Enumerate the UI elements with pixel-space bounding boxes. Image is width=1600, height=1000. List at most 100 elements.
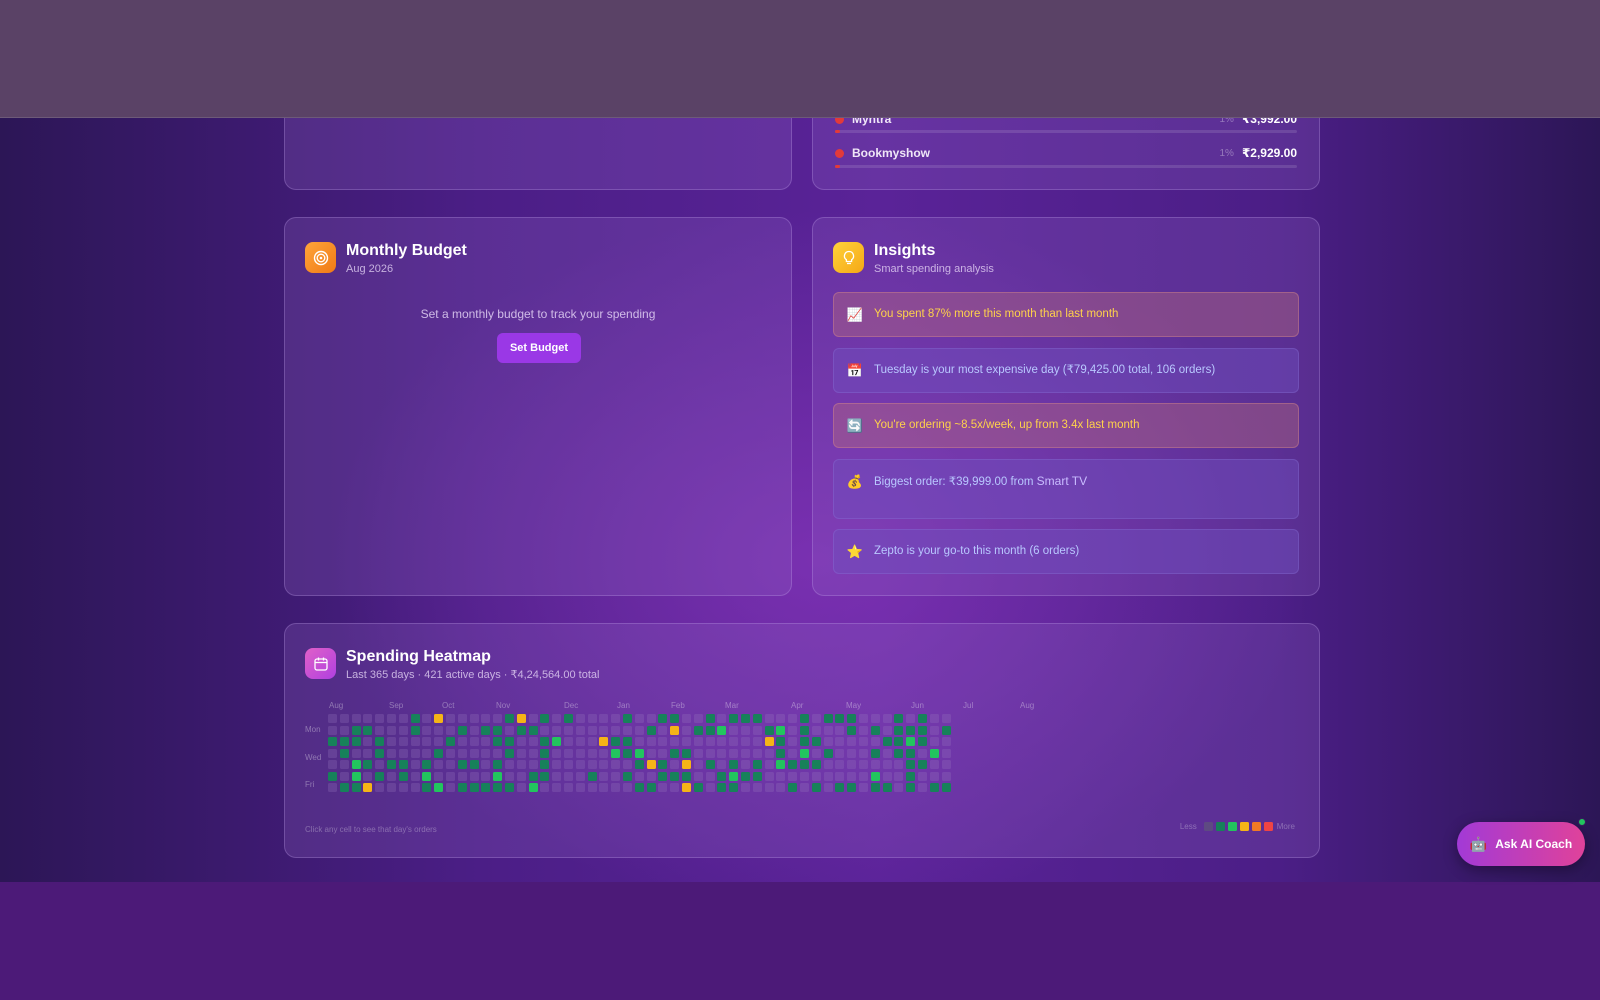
heatmap-day-cell[interactable] bbox=[906, 714, 916, 723]
heatmap-day-cell[interactable] bbox=[599, 737, 609, 746]
heatmap-day-cell[interactable] bbox=[469, 748, 479, 758]
heatmap-day-cell[interactable] bbox=[705, 783, 715, 792]
heatmap-day-cell[interactable] bbox=[398, 737, 408, 746]
heatmap-day-cell[interactable] bbox=[422, 760, 432, 769]
heatmap-day-cell[interactable] bbox=[540, 737, 550, 746]
heatmap-day-cell[interactable] bbox=[599, 714, 609, 723]
heatmap-day-cell[interactable] bbox=[339, 748, 349, 758]
heatmap-day-cell[interactable] bbox=[752, 725, 762, 735]
heatmap-day-cell[interactable] bbox=[505, 725, 514, 735]
heatmap-day-cell[interactable] bbox=[552, 725, 562, 735]
heatmap-day-cell[interactable] bbox=[363, 725, 373, 735]
heatmap-day-cell[interactable] bbox=[811, 737, 821, 746]
heatmap-day-cell[interactable] bbox=[906, 771, 916, 781]
heatmap-day-cell[interactable] bbox=[870, 748, 880, 758]
heatmap-day-cell[interactable] bbox=[339, 783, 349, 792]
heatmap-day-cell[interactable] bbox=[741, 771, 750, 781]
heatmap-day-cell[interactable] bbox=[634, 760, 644, 769]
heatmap-day-cell[interactable] bbox=[882, 714, 892, 723]
heatmap-day-cell[interactable] bbox=[375, 771, 385, 781]
heatmap-day-cell[interactable] bbox=[882, 760, 892, 769]
heatmap-day-cell[interactable] bbox=[564, 748, 573, 758]
heatmap-day-cell[interactable] bbox=[764, 783, 774, 792]
heatmap-day-cell[interactable] bbox=[469, 725, 479, 735]
heatmap-day-cell[interactable] bbox=[469, 760, 479, 769]
heatmap-day-cell[interactable] bbox=[894, 783, 904, 792]
heatmap-day-cell[interactable] bbox=[505, 714, 514, 723]
heatmap-day-cell[interactable] bbox=[835, 748, 845, 758]
heatmap-day-cell[interactable] bbox=[552, 748, 562, 758]
heatmap-day-cell[interactable] bbox=[457, 714, 467, 723]
heatmap-day-cell[interactable] bbox=[929, 771, 939, 781]
heatmap-day-cell[interactable] bbox=[457, 748, 467, 758]
heatmap-day-cell[interactable] bbox=[929, 737, 939, 746]
heatmap-day-cell[interactable] bbox=[634, 714, 644, 723]
heatmap-day-cell[interactable] bbox=[469, 783, 479, 792]
heatmap-day-cell[interactable] bbox=[835, 737, 845, 746]
heatmap-day-cell[interactable] bbox=[481, 714, 491, 723]
heatmap-day-cell[interactable] bbox=[493, 771, 503, 781]
heatmap-day-cell[interactable] bbox=[528, 771, 538, 781]
heatmap-day-cell[interactable] bbox=[528, 748, 538, 758]
heatmap-day-cell[interactable] bbox=[457, 771, 467, 781]
heatmap-day-cell[interactable] bbox=[398, 748, 408, 758]
heatmap-day-cell[interactable] bbox=[693, 760, 703, 769]
heatmap-day-cell[interactable] bbox=[870, 771, 880, 781]
merchant-row-bookmyshow[interactable]: Bookmyshow 1% ₹2,929.00 bbox=[835, 142, 1297, 164]
heatmap-day-cell[interactable] bbox=[776, 725, 786, 735]
heatmap-day-cell[interactable] bbox=[906, 737, 916, 746]
heatmap-day-cell[interactable] bbox=[929, 725, 939, 735]
heatmap-day-cell[interactable] bbox=[788, 783, 798, 792]
heatmap-day-cell[interactable] bbox=[788, 760, 798, 769]
heatmap-day-cell[interactable] bbox=[398, 760, 408, 769]
heatmap-day-cell[interactable] bbox=[457, 725, 467, 735]
heatmap-day-cell[interactable] bbox=[941, 725, 951, 735]
heatmap-day-cell[interactable] bbox=[835, 771, 845, 781]
heatmap-day-cell[interactable] bbox=[823, 771, 833, 781]
heatmap-day-cell[interactable] bbox=[410, 714, 420, 723]
heatmap-day-cell[interactable] bbox=[446, 725, 455, 735]
heatmap-day-cell[interactable] bbox=[859, 760, 868, 769]
heatmap-day-cell[interactable] bbox=[434, 783, 444, 792]
heatmap-day-cell[interactable] bbox=[646, 725, 656, 735]
heatmap-day-cell[interactable] bbox=[623, 760, 632, 769]
heatmap-day-cell[interactable] bbox=[328, 714, 337, 723]
heatmap-day-cell[interactable] bbox=[729, 714, 739, 723]
heatmap-day-cell[interactable] bbox=[741, 760, 750, 769]
heatmap-day-cell[interactable] bbox=[894, 737, 904, 746]
heatmap-day-cell[interactable] bbox=[670, 760, 680, 769]
heatmap-day-cell[interactable] bbox=[811, 760, 821, 769]
heatmap-day-cell[interactable] bbox=[776, 737, 786, 746]
heatmap-day-cell[interactable] bbox=[729, 725, 739, 735]
heatmap-day-cell[interactable] bbox=[599, 725, 609, 735]
heatmap-day-cell[interactable] bbox=[564, 714, 573, 723]
heatmap-day-cell[interactable] bbox=[800, 737, 809, 746]
heatmap-day-cell[interactable] bbox=[611, 725, 621, 735]
heatmap-day-cell[interactable] bbox=[646, 714, 656, 723]
heatmap-day-cell[interactable] bbox=[387, 760, 396, 769]
heatmap-day-cell[interactable] bbox=[788, 725, 798, 735]
heatmap-day-cell[interactable] bbox=[693, 725, 703, 735]
heatmap-day-cell[interactable] bbox=[693, 737, 703, 746]
heatmap-day-cell[interactable] bbox=[575, 737, 585, 746]
heatmap-day-cell[interactable] bbox=[339, 714, 349, 723]
heatmap-day-cell[interactable] bbox=[387, 748, 396, 758]
heatmap-day-cell[interactable] bbox=[658, 783, 668, 792]
heatmap-day-cell[interactable] bbox=[587, 783, 597, 792]
heatmap-day-cell[interactable] bbox=[410, 771, 420, 781]
heatmap-day-cell[interactable] bbox=[859, 714, 868, 723]
heatmap-day-cell[interactable] bbox=[941, 760, 951, 769]
heatmap-day-cell[interactable] bbox=[552, 783, 562, 792]
heatmap-day-cell[interactable] bbox=[646, 748, 656, 758]
heatmap-day-cell[interactable] bbox=[434, 760, 444, 769]
heatmap-day-cell[interactable] bbox=[575, 771, 585, 781]
heatmap-day-cell[interactable] bbox=[752, 714, 762, 723]
heatmap-day-cell[interactable] bbox=[351, 725, 361, 735]
heatmap-day-cell[interactable] bbox=[764, 737, 774, 746]
heatmap-day-cell[interactable] bbox=[941, 771, 951, 781]
heatmap-day-cell[interactable] bbox=[505, 783, 514, 792]
heatmap-day-cell[interactable] bbox=[776, 748, 786, 758]
heatmap-day-cell[interactable] bbox=[564, 783, 573, 792]
heatmap-day-cell[interactable] bbox=[375, 760, 385, 769]
heatmap-day-cell[interactable] bbox=[693, 771, 703, 781]
